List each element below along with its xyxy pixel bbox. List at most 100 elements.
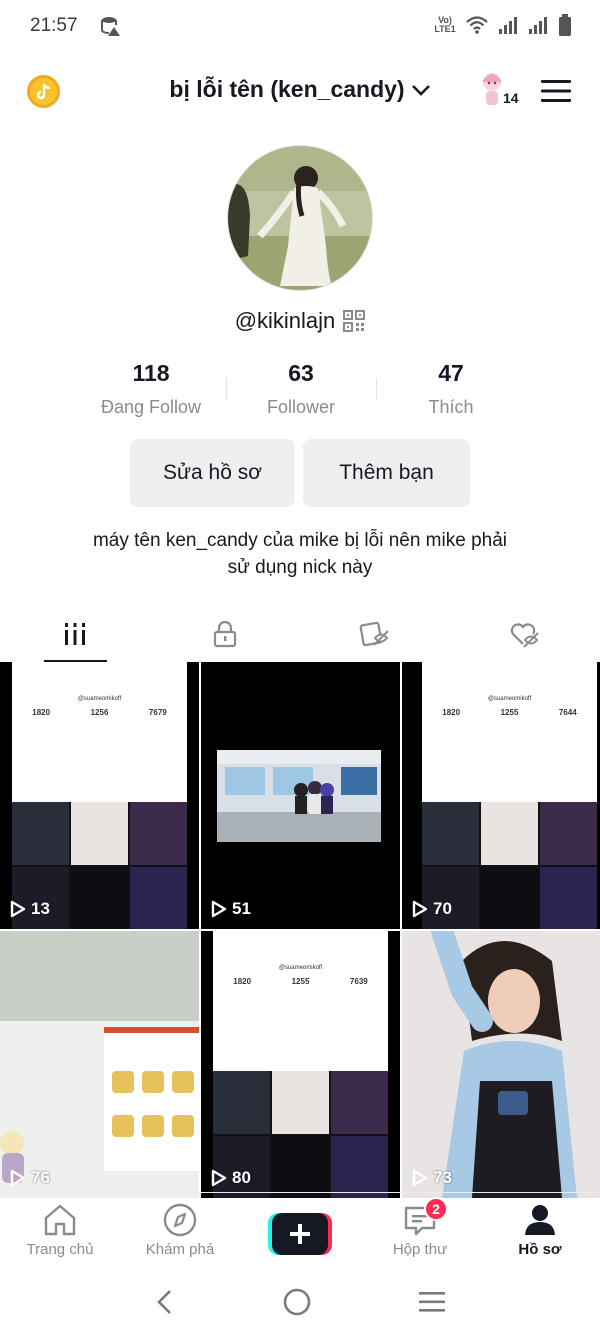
status-icons: Vo) LTE1	[434, 14, 572, 36]
profile-view-count: 14	[503, 90, 519, 106]
following-count: 118	[132, 360, 170, 386]
qr-code-icon[interactable]	[343, 310, 366, 332]
profile-tabs	[0, 606, 600, 662]
back-icon[interactable]	[153, 1288, 177, 1316]
video-thumbnail[interactable]: @suameomikoff 1820 1256 7679 13	[0, 662, 199, 929]
create-plus-icon	[268, 1213, 332, 1255]
video-overlay-text: 1820	[32, 708, 51, 717]
volte-icon: Vo) LTE1	[434, 15, 456, 34]
profile-stats: 118 Đang Follow 63 Follower 47 Thích	[76, 360, 526, 418]
following-stat[interactable]: 118 Đang Follow	[76, 360, 226, 418]
system-navigation-bar	[0, 1270, 600, 1333]
play-icon	[412, 1169, 428, 1187]
video-thumbnail[interactable]: 76	[0, 931, 199, 1198]
recents-menu-icon[interactable]	[417, 1289, 447, 1315]
nav-create[interactable]	[240, 1193, 360, 1270]
video-thumbnail[interactable]: 73	[402, 931, 600, 1198]
view-count: 73	[412, 1168, 452, 1188]
nav-inbox-label: Hộp thư	[392, 1241, 448, 1258]
nav-home[interactable]: Trang chủ	[0, 1193, 120, 1270]
view-count-value: 51	[232, 899, 251, 918]
video-preview	[0, 931, 199, 1198]
video-overlay-text: 1256	[90, 708, 109, 717]
video-grid: @suameomikoff 1820 1256 7679 13 51 @suam…	[0, 662, 600, 1198]
play-icon	[10, 900, 26, 918]
profile-handle: @kikinlajn	[234, 308, 336, 333]
view-count-value: 80	[232, 1168, 251, 1187]
nav-profile[interactable]: Hồ sơ	[480, 1193, 600, 1270]
hidden-liked-icon	[510, 623, 539, 648]
tab-videos[interactable]	[0, 606, 150, 662]
compass-icon	[163, 1203, 197, 1237]
video-overlay-text: 7679	[148, 708, 167, 717]
storage-warning-icon	[100, 17, 120, 36]
profile-icon	[525, 1205, 555, 1235]
view-count-value: 13	[31, 899, 50, 918]
status-bar: 21:57 Vo) LTE1	[0, 0, 600, 52]
profile-avatar[interactable]	[227, 145, 373, 291]
inbox-badge: 2	[424, 1197, 448, 1221]
battery-icon	[559, 14, 571, 36]
followers-stat[interactable]: 63 Follower	[226, 360, 376, 418]
followers-count: 63	[288, 360, 314, 386]
likes-label: Thích	[428, 397, 474, 417]
bottom-navigation: Trang chủ Khám phá 2 Hộp thư Hồ sơ	[0, 1192, 600, 1270]
play-icon	[10, 1169, 26, 1187]
nav-discover-label: Khám phá	[145, 1241, 215, 1258]
view-count: 13	[10, 899, 50, 919]
view-count: 51	[211, 899, 251, 919]
signal-icon	[499, 17, 517, 34]
video-overlay-text: @suameomikoff	[487, 696, 532, 702]
following-label: Đang Follow	[100, 397, 202, 417]
bio-line-2: sử dụng nick này	[227, 557, 373, 578]
video-preview: @suameomikoff 1820 1255 7644	[422, 662, 597, 929]
view-count-value: 76	[31, 1168, 50, 1187]
view-count: 80	[211, 1168, 251, 1188]
edit-profile-button[interactable]: Sửa hồ sơ	[130, 439, 295, 507]
bio-line-1: máy tên ken_candy của mike bị lỗi nên mi…	[92, 530, 507, 551]
video-overlay-text: 1820	[233, 977, 252, 986]
video-overlay-text: 7639	[349, 977, 368, 986]
video-preview	[201, 662, 400, 929]
nav-discover[interactable]: Khám phá	[120, 1193, 240, 1270]
followers-label: Follower	[266, 397, 336, 417]
tab-liked[interactable]	[450, 606, 600, 662]
add-friend-button[interactable]: Thêm bạn	[303, 439, 470, 507]
view-count-value: 73	[433, 1168, 452, 1187]
view-count: 70	[412, 899, 452, 919]
grid-videos-icon	[65, 623, 85, 645]
chevron-down-icon	[411, 84, 430, 96]
lock-icon	[213, 620, 237, 648]
video-overlay-text: 1820	[442, 708, 461, 717]
view-count-value: 70	[433, 899, 452, 918]
home-circle-icon[interactable]	[282, 1287, 312, 1317]
home-icon	[44, 1204, 76, 1236]
nav-inbox[interactable]: 2 Hộp thư	[360, 1193, 480, 1270]
video-preview: @suameomikoff 1820 1255 7639	[213, 931, 388, 1198]
video-thumbnail[interactable]: 51	[201, 662, 400, 929]
video-overlay-text: @suameomikoff	[77, 696, 122, 702]
video-overlay-text: 1255	[291, 977, 310, 986]
profile-view-avatar-icon[interactable]	[478, 70, 506, 110]
video-overlay-text: 1255	[500, 708, 519, 717]
video-thumbnail[interactable]: @suameomikoff 1820 1255 7644 70	[402, 662, 600, 929]
video-overlay-text: @suameomikoff	[278, 965, 323, 971]
video-thumbnail[interactable]: @suameomikoff 1820 1255 7639 80	[201, 931, 400, 1198]
profile-header: bị lỗi tên (ken_candy) 14	[0, 62, 600, 122]
nav-home-label: Trang chủ	[26, 1241, 94, 1258]
wifi-icon	[466, 16, 488, 34]
hamburger-menu-icon[interactable]	[540, 78, 572, 104]
likes-stat[interactable]: 47 Thích	[376, 360, 526, 418]
play-icon	[412, 900, 428, 918]
video-preview: @suameomikoff 1820 1256 7679	[12, 662, 187, 929]
profile-bio: máy tên ken_candy của mike bị lỗi nên mi…	[40, 527, 560, 581]
tab-reposts[interactable]	[300, 606, 450, 662]
likes-count: 47	[438, 360, 464, 386]
status-time: 21:57	[30, 15, 78, 36]
play-icon	[211, 1169, 227, 1187]
video-preview	[402, 931, 600, 1198]
view-count: 76	[10, 1168, 50, 1188]
hidden-repost-icon	[359, 621, 389, 647]
tab-private[interactable]	[150, 606, 300, 662]
play-icon	[211, 900, 227, 918]
